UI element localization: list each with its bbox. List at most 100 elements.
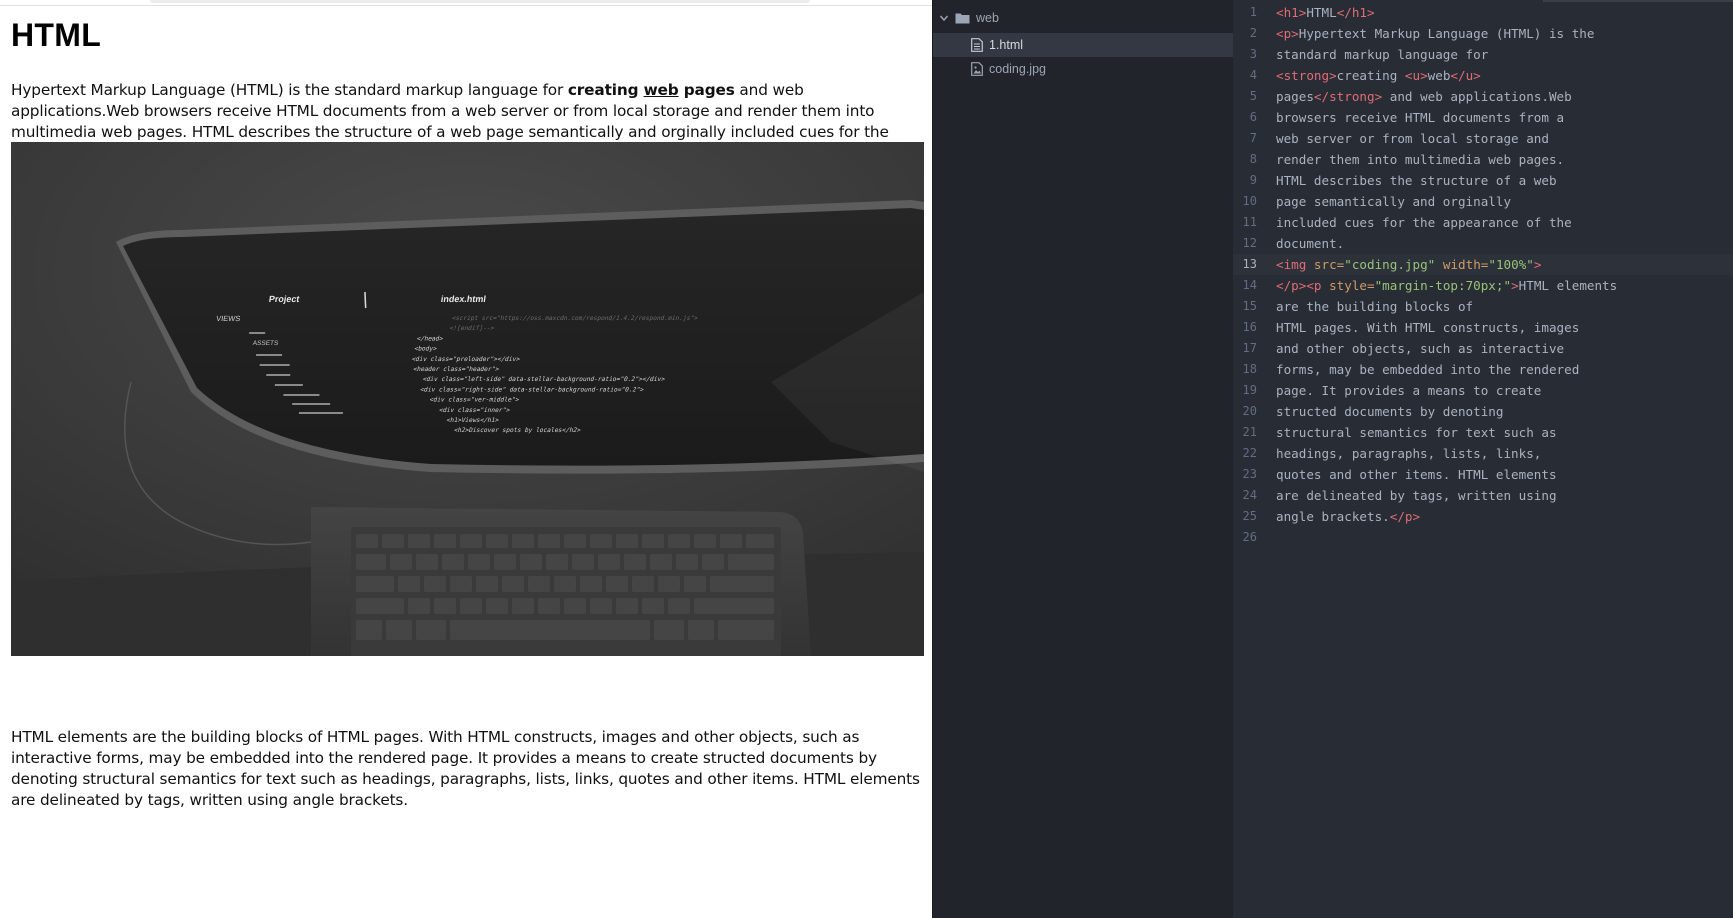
code-token: quotes and other items. HTML elements — [1276, 467, 1557, 482]
preview-scrollbar[interactable] — [150, 0, 810, 3]
code-text: forms, may be embedded into the rendered — [1276, 359, 1579, 380]
code-line[interactable]: 17 and other objects, such as interactive — [1233, 338, 1733, 359]
code-line[interactable]: 3 standard markup language for — [1233, 44, 1733, 65]
line-number: 25 — [1242, 509, 1257, 523]
code-line[interactable]: 25 angle brackets.</p> — [1233, 506, 1733, 527]
line-number: 8 — [1249, 152, 1257, 166]
code-line[interactable]: 21 structural semantics for text such as — [1233, 422, 1733, 443]
code-token: > — [1533, 257, 1542, 272]
code-token: and other objects, such as interactive — [1276, 341, 1565, 356]
image-code-line: <div class="preloader"></div> — [411, 356, 521, 363]
image-code-line: <header class="header"> — [412, 366, 500, 373]
image-code-line: <h1>Views</h1> — [446, 417, 500, 424]
code-text: and other objects, such as interactive — [1276, 338, 1564, 359]
code-line[interactable]: 9 HTML describes the structure of a web — [1233, 170, 1733, 191]
image-code-line: <script src="https://oss.maxcdn.com/resp… — [451, 315, 699, 322]
code-token: web server or from local storage and — [1276, 131, 1549, 146]
code-line[interactable]: 22 headings, paragraphs, lists, links, — [1233, 443, 1733, 464]
file-label: coding.jpg — [989, 62, 1046, 76]
code-line[interactable]: 7 web server or from local storage and — [1233, 128, 1733, 149]
code-token: are delineated by tags, written using — [1276, 488, 1557, 503]
code-token: <strong> — [1276, 68, 1337, 83]
code-token: angle brackets. — [1276, 509, 1390, 524]
code-line[interactable]: 12 document. — [1233, 233, 1733, 254]
code-text: HTML pages. With HTML constructs, images — [1276, 317, 1579, 338]
image-code-line: <h2>Discover spots by locales</h2> — [453, 427, 582, 434]
code-token: </p><p — [1276, 278, 1330, 293]
code-token: forms, may be embedded into the rendered — [1276, 362, 1580, 377]
code-token: HTML describes the structure of a web — [1276, 173, 1557, 188]
code-text: browsers receive HTML documents from a — [1276, 107, 1564, 128]
code-line[interactable]: 2 <p>Hypertext Markup Language (HTML) is … — [1233, 23, 1733, 44]
code-line[interactable]: 11 included cues for the appearance of th… — [1233, 212, 1733, 233]
code-line[interactable]: 13 <img src="coding.jpg" width="100%"> — [1233, 254, 1733, 275]
code-line[interactable]: 19 page. It provides a means to create — [1233, 380, 1733, 401]
strong-text-a: creating — [567, 81, 644, 99]
code-text: HTML describes the structure of a web — [1276, 170, 1557, 191]
code-line[interactable]: 10 page semantically and orginally — [1233, 191, 1733, 212]
file-label: 1.html — [989, 38, 1024, 52]
line-number: 24 — [1242, 488, 1257, 502]
code-token: browsers receive HTML documents from a — [1276, 110, 1565, 125]
code-token: render them into multimedia web pages. — [1276, 152, 1565, 167]
code-token: and web applications.Web — [1382, 89, 1572, 104]
code-editor[interactable]: 1 <h1>HTML</h1> 2 <p>Hypertext Markup Langu… — [1233, 0, 1733, 918]
code-line[interactable]: 4 <strong>creating <u>web</u> — [1233, 65, 1733, 86]
line-number: 7 — [1249, 131, 1257, 145]
line-number: 17 — [1242, 341, 1257, 355]
code-line[interactable]: 18 forms, may be embedded into the render… — [1233, 359, 1733, 380]
code-line[interactable]: 14 </p><p style="margin-top:70px;">HTML e… — [1233, 275, 1733, 296]
image-code-line: <![endif]--> — [449, 325, 496, 332]
line-number: 19 — [1242, 383, 1257, 397]
image-project-label: Project — [268, 294, 300, 304]
file-1-html[interactable]: 1.html — [933, 33, 1272, 57]
code-token: headings, paragraphs, lists, links, — [1276, 446, 1542, 461]
line-number: 10 — [1242, 194, 1257, 208]
image-code-line: <div class="inner"> — [438, 407, 511, 414]
code-line[interactable]: 20 structed documents by denoting — [1233, 401, 1733, 422]
code-token: creating — [1336, 68, 1405, 83]
line-number: 20 — [1242, 404, 1257, 418]
code-line[interactable]: 5 pages</strong> and web applications.Web — [1233, 86, 1733, 107]
line-number: 3 — [1249, 47, 1257, 61]
code-text: headings, paragraphs, lists, links, — [1276, 443, 1541, 464]
code-token: style= — [1329, 278, 1375, 293]
file-image-icon — [971, 62, 983, 76]
code-text: page semantically and orginally — [1276, 191, 1511, 212]
code-token: </p> — [1389, 509, 1421, 524]
code-line[interactable]: 1 <h1>HTML</h1> — [1233, 2, 1733, 23]
code-text: render them into multimedia web pages. — [1276, 149, 1564, 170]
code-text: <p>Hypertext Markup Language (HTML) is t… — [1276, 23, 1594, 44]
code-line[interactable]: 8 render them into multimedia web pages. — [1233, 149, 1733, 170]
code-token: </u> — [1450, 68, 1481, 83]
code-line[interactable]: 15 are the building blocks of — [1233, 296, 1733, 317]
code-line[interactable]: 16 HTML pages. With HTML constructs, imag… — [1233, 317, 1733, 338]
code-token: are the building blocks of — [1276, 299, 1474, 314]
line-number: 14 — [1242, 278, 1257, 292]
code-token: <img — [1276, 257, 1314, 272]
image-file-label: index.html — [440, 294, 486, 304]
line-number: 13 — [1242, 257, 1257, 271]
folder-label: web — [976, 11, 999, 25]
page-heading: HTML — [11, 17, 102, 53]
code-token: "coding.jpg" — [1344, 257, 1436, 272]
code-text: page. It provides a means to create — [1276, 380, 1541, 401]
code-token: </strong> — [1313, 89, 1383, 104]
code-token: "100%" — [1488, 257, 1534, 272]
code-token: page. It provides a means to create — [1276, 383, 1542, 398]
line-number: 16 — [1242, 320, 1257, 334]
code-line[interactable]: 6 browsers receive HTML documents from a — [1233, 107, 1733, 128]
line-number: 15 — [1242, 299, 1257, 313]
intro-text-start: Hypertext Markup Language (HTML) is the … — [11, 81, 568, 99]
file-tree-panel: web 1.html coding.jpg — [932, 0, 1272, 918]
code-line[interactable]: 24 are delineated by tags, written using — [1233, 485, 1733, 506]
image-code-line: <body> — [413, 346, 437, 353]
code-text: included cues for the appearance of the — [1276, 212, 1572, 233]
code-line[interactable]: 26 — [1233, 527, 1733, 548]
code-line[interactable]: 23 quotes and other items. HTML elements — [1233, 464, 1733, 485]
code-token: included cues for the appearance of the — [1276, 215, 1572, 230]
chevron-down-icon[interactable] — [939, 13, 949, 23]
folder-web[interactable]: web — [933, 6, 1240, 30]
file-coding-jpg[interactable]: coding.jpg — [933, 57, 1272, 81]
file-text-icon — [971, 38, 983, 52]
